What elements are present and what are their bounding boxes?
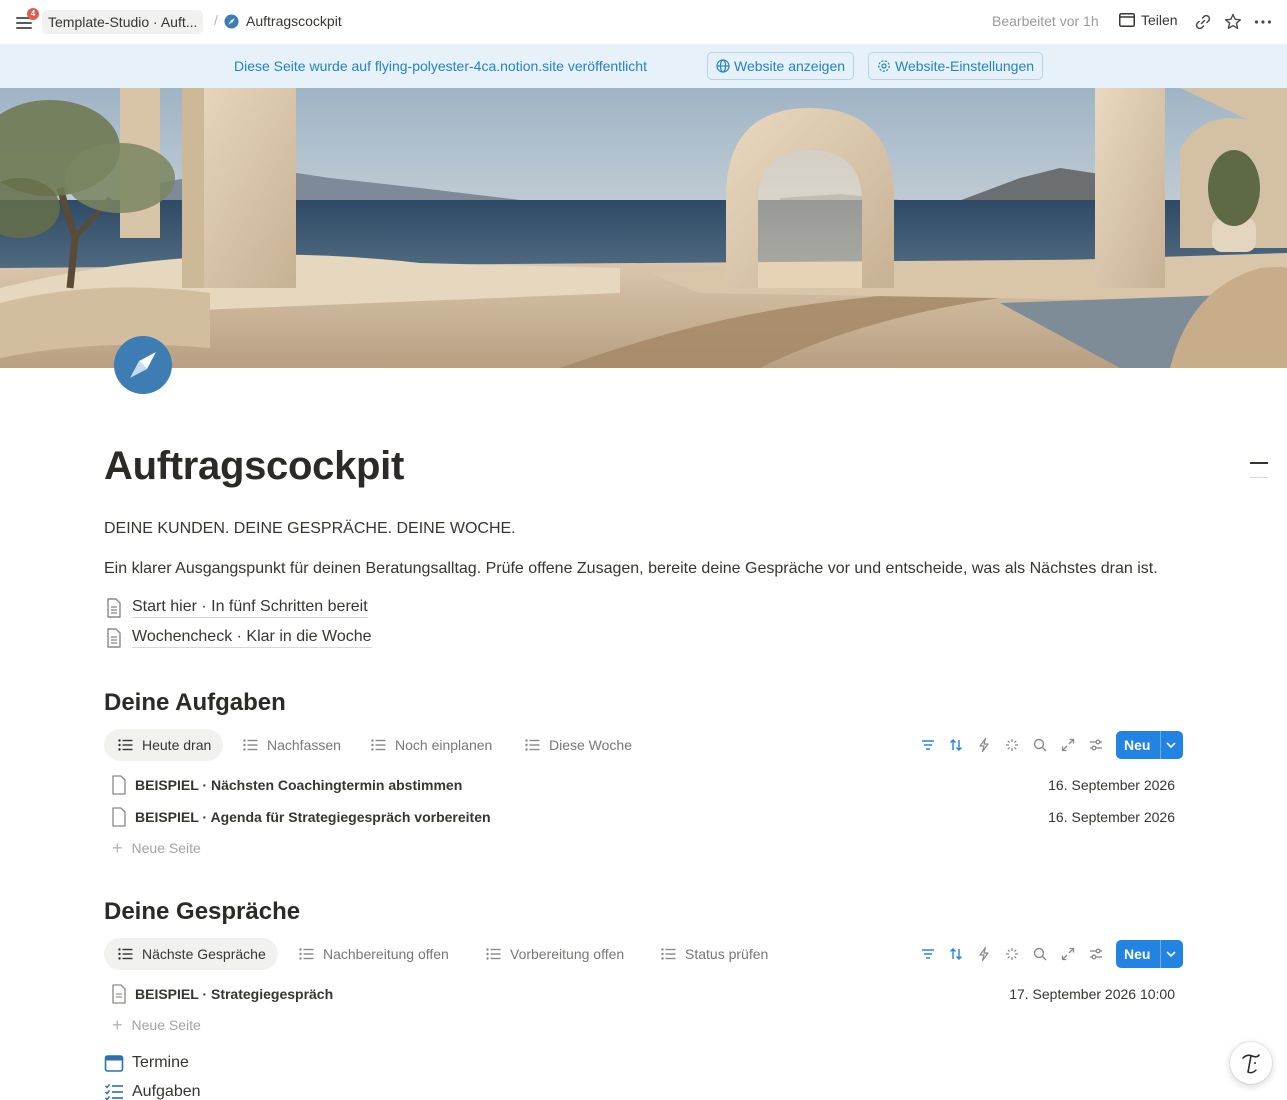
link-wochencheck[interactable]: Wochencheck · Klar in die Woche bbox=[104, 627, 372, 649]
top-bar: 4 Template-Studio · Auft... / Auftragsco… bbox=[0, 0, 1287, 44]
row-date: 17. September 2026 10:00 bbox=[1009, 986, 1175, 1002]
list-icon bbox=[299, 948, 314, 960]
row-name: BEISPIEL · Strategiegespräch bbox=[135, 986, 334, 1002]
page-icon bbox=[107, 598, 121, 618]
row-date: 16. September 2026 bbox=[1048, 809, 1175, 825]
table-of-contents-indicator[interactable] bbox=[1250, 462, 1268, 464]
cover-image[interactable] bbox=[0, 88, 1287, 368]
link-start-hier[interactable]: Start hier · In fünf Schritten bereit bbox=[104, 597, 368, 619]
star-icon[interactable] bbox=[1223, 12, 1243, 32]
search-icon[interactable] bbox=[1032, 737, 1048, 753]
chevron-down-icon[interactable] bbox=[1165, 948, 1177, 960]
sort-icon[interactable] bbox=[948, 946, 964, 962]
breadcrumb-current[interactable]: Auftragscockpit bbox=[246, 13, 342, 29]
table-row[interactable]: BEISPIEL · Nächsten Coachingtermin absti… bbox=[104, 772, 1183, 798]
nav-termine[interactable]: Termine bbox=[104, 1054, 189, 1072]
tab-nachfassen[interactable]: Nachfassen bbox=[229, 729, 353, 761]
ai-assistant-button[interactable] bbox=[1230, 1042, 1272, 1084]
settings-sliders-icon[interactable] bbox=[1088, 946, 1104, 962]
checklist-icon bbox=[104, 1084, 123, 1100]
assistant-face-icon bbox=[1242, 1054, 1260, 1074]
page-icon bbox=[107, 628, 121, 648]
page-icon bbox=[112, 775, 126, 795]
chevron-down-icon[interactable] bbox=[1165, 739, 1177, 751]
sort-icon[interactable] bbox=[948, 737, 964, 753]
list-icon bbox=[118, 739, 133, 751]
page-icon bbox=[112, 984, 126, 1004]
list-icon bbox=[525, 739, 540, 751]
plus-icon: + bbox=[112, 838, 123, 858]
page-intro: Ein klarer Ausgangspunkt für deinen Bera… bbox=[104, 560, 1158, 577]
list-icon bbox=[486, 948, 501, 960]
gear-icon bbox=[878, 60, 890, 72]
list-icon bbox=[243, 739, 258, 751]
expand-icon[interactable] bbox=[1060, 946, 1076, 962]
tasks-new-button[interactable]: Neu bbox=[1116, 731, 1183, 759]
window-icon bbox=[1119, 13, 1135, 27]
tab-status-pruefen[interactable]: Status prüfen bbox=[647, 938, 780, 970]
nav-aufgaben[interactable]: Aufgaben bbox=[104, 1083, 201, 1100]
expand-icon[interactable] bbox=[1060, 737, 1076, 753]
tasks-heading: Deine Aufgaben bbox=[104, 689, 286, 716]
tab-naechste-gespraeche[interactable]: Nächste Gespräche bbox=[104, 938, 278, 970]
tab-diese-woche[interactable]: Diese Woche bbox=[511, 729, 644, 761]
sparkle-icon[interactable] bbox=[1004, 946, 1020, 962]
more-icon[interactable] bbox=[1253, 12, 1273, 32]
tasks-new-page-button[interactable]: + Neue Seite bbox=[112, 838, 201, 858]
tab-noch-einplanen[interactable]: Noch einplanen bbox=[357, 729, 504, 761]
calendar-icon bbox=[104, 1055, 124, 1072]
list-icon bbox=[371, 739, 386, 751]
list-icon bbox=[118, 948, 133, 960]
list-icon bbox=[661, 948, 676, 960]
tab-nachbereitung-offen[interactable]: Nachbereitung offen bbox=[285, 938, 461, 970]
link-label: Wochencheck · Klar in die Woche bbox=[132, 628, 372, 648]
notification-badge: 4 bbox=[27, 8, 39, 20]
page-title: Auftragscockpit bbox=[104, 444, 404, 488]
publish-banner-text: Diese Seite wurde auf flying-polyester-4… bbox=[234, 58, 647, 74]
breadcrumb-parent[interactable]: Template-Studio · Auft... bbox=[42, 10, 204, 34]
row-date: 16. September 2026 bbox=[1048, 777, 1175, 793]
page-icon bbox=[112, 807, 126, 827]
table-of-contents-indicator-secondary[interactable] bbox=[1250, 477, 1268, 478]
tab-heute-dran[interactable]: Heute dran bbox=[104, 729, 224, 761]
settings-sliders-icon[interactable] bbox=[1088, 737, 1104, 753]
share-button[interactable]: Teilen bbox=[1119, 12, 1178, 28]
conversations-heading: Deine Gespräche bbox=[104, 898, 301, 925]
share-label: Teilen bbox=[1141, 12, 1178, 28]
lightning-icon[interactable] bbox=[976, 737, 992, 753]
link-icon[interactable] bbox=[1193, 12, 1213, 32]
edited-status: Bearbeitet vor 1h bbox=[992, 13, 1099, 29]
link-label: Start hier · In fünf Schritten bereit bbox=[132, 598, 368, 618]
page-tagline: DEINE KUNDEN. DEINE GESPRÄCHE. DEINE WOC… bbox=[104, 520, 516, 537]
publish-banner: Diese Seite wurde auf flying-polyester-4… bbox=[0, 44, 1287, 88]
globe-icon bbox=[716, 59, 730, 73]
filter-icon[interactable] bbox=[920, 737, 936, 753]
conversations-new-button[interactable]: Neu bbox=[1116, 940, 1183, 968]
view-website-button[interactable]: Website anzeigen bbox=[707, 52, 855, 80]
plus-icon: + bbox=[112, 1015, 123, 1035]
sparkle-icon[interactable] bbox=[1004, 737, 1020, 753]
table-row[interactable]: BEISPIEL · Agenda für Strategiegespräch … bbox=[104, 804, 1183, 830]
row-name: BEISPIEL · Nächsten Coachingtermin absti… bbox=[135, 777, 463, 793]
breadcrumb-separator: / bbox=[214, 12, 218, 28]
lightning-icon[interactable] bbox=[976, 946, 992, 962]
search-icon[interactable] bbox=[1032, 946, 1048, 962]
page-compass-icon[interactable] bbox=[113, 335, 173, 395]
filter-icon[interactable] bbox=[920, 946, 936, 962]
cover-illustration bbox=[0, 88, 1287, 368]
tab-vorbereitung-offen[interactable]: Vorbereitung offen bbox=[472, 938, 636, 970]
compass-icon bbox=[224, 14, 239, 29]
row-name: BEISPIEL · Agenda für Strategiegespräch … bbox=[135, 809, 491, 825]
conversations-new-page-button[interactable]: + Neue Seite bbox=[112, 1015, 201, 1035]
website-settings-button[interactable]: Website-Einstellungen bbox=[868, 52, 1044, 80]
table-row[interactable]: BEISPIEL · Strategiegespräch 17. Septemb… bbox=[104, 981, 1183, 1007]
